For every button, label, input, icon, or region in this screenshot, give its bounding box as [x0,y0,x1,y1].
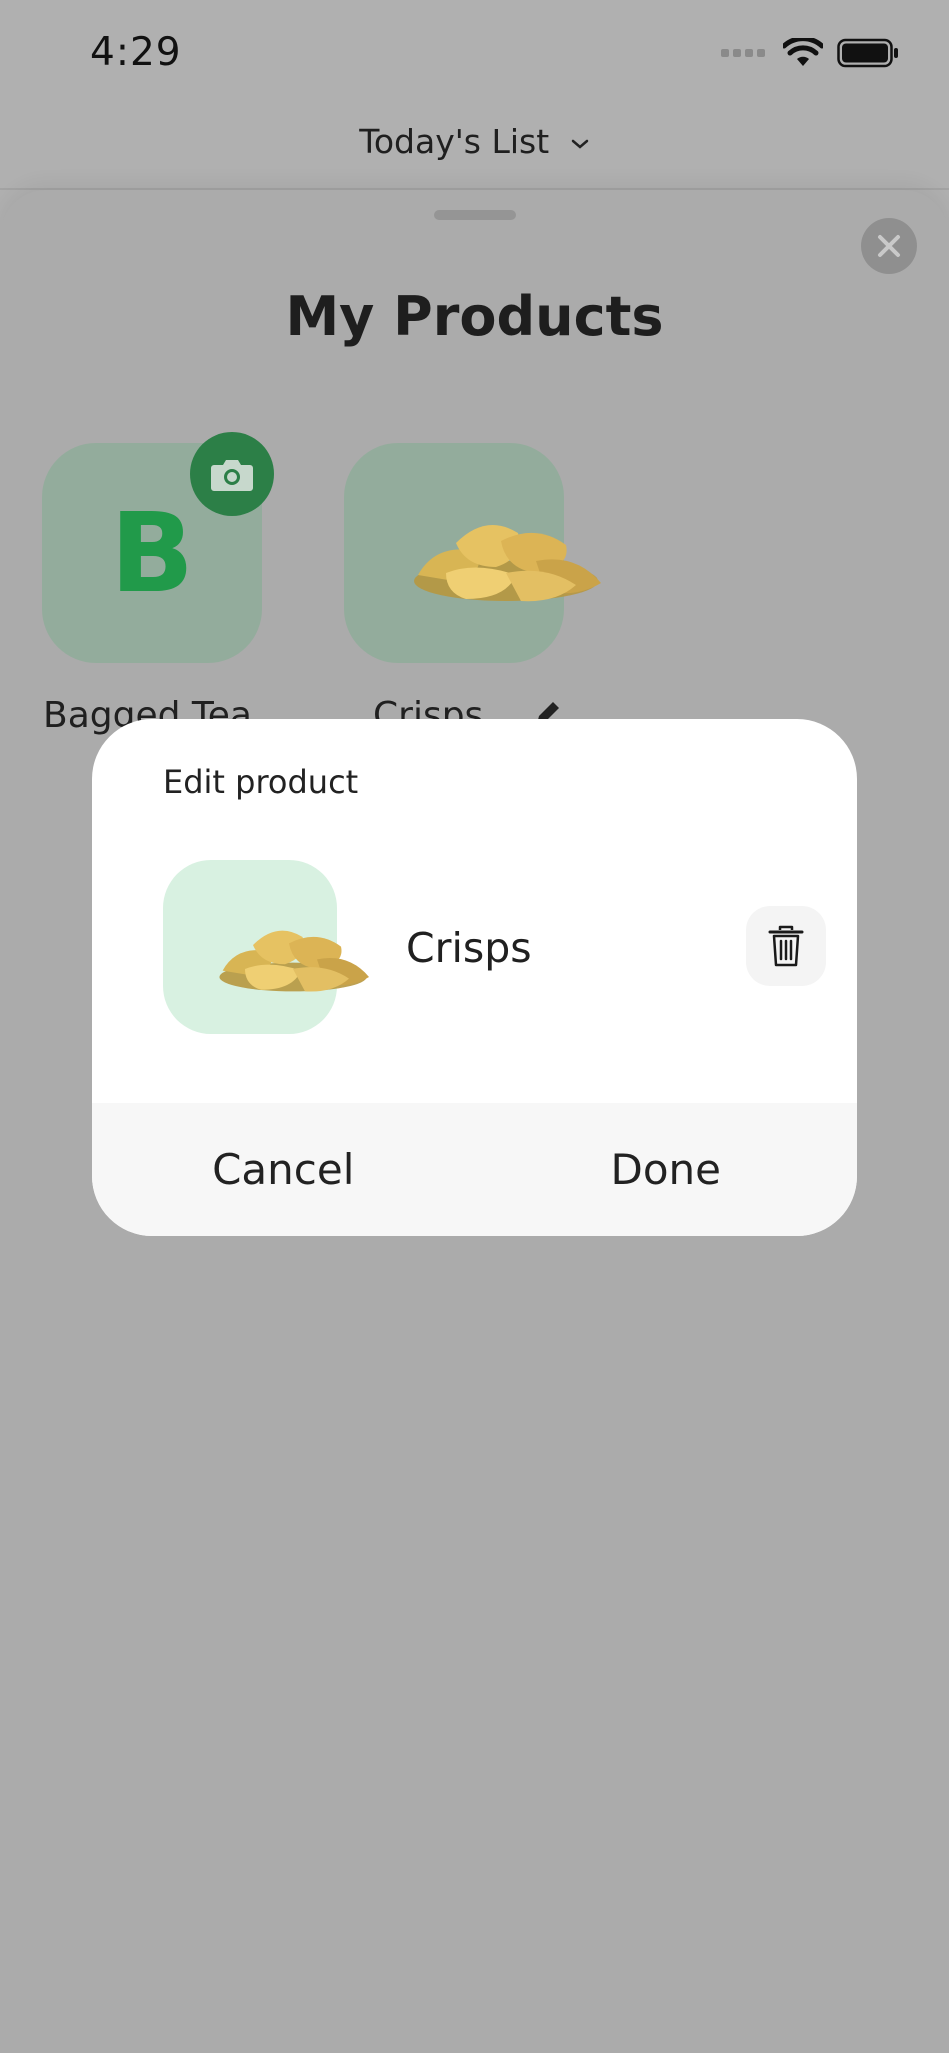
done-button[interactable]: Done [475,1103,858,1236]
add-photo-button[interactable] [190,432,274,516]
sheet-grabber[interactable] [434,210,516,220]
dialog-footer: Cancel Done [92,1103,857,1236]
wifi-icon [783,38,823,66]
close-sheet-button[interactable] [861,218,917,274]
crisps-image [414,525,601,602]
status-icons [721,38,899,68]
status-bar: 4:29 [0,0,949,110]
battery-icon [837,38,898,68]
list-selector[interactable]: Today's List [0,122,949,161]
list-selector-bar: Today's List [0,110,949,190]
delete-product-button[interactable] [746,906,826,986]
camera-icon [211,460,253,491]
status-time: 4:29 [90,30,182,75]
cancel-button[interactable]: Cancel [92,1103,475,1236]
chevron-down-icon [571,139,588,149]
crisps-image [219,930,369,992]
close-icon [878,235,900,257]
sheet-title: My Products [285,285,664,348]
signal-dots-icon [721,49,765,57]
product-tile-crisps[interactable] [344,443,601,663]
edit-product-dialog: Edit product Crisps Cancel Done [92,719,857,1236]
product-letter: B [110,489,194,617]
product-name-field[interactable]: Crisps [406,924,532,972]
list-selector-title: Today's List [359,122,550,161]
product-image-button[interactable] [163,860,369,1034]
trash-icon [768,925,804,967]
dialog-title: Edit product [163,763,359,801]
